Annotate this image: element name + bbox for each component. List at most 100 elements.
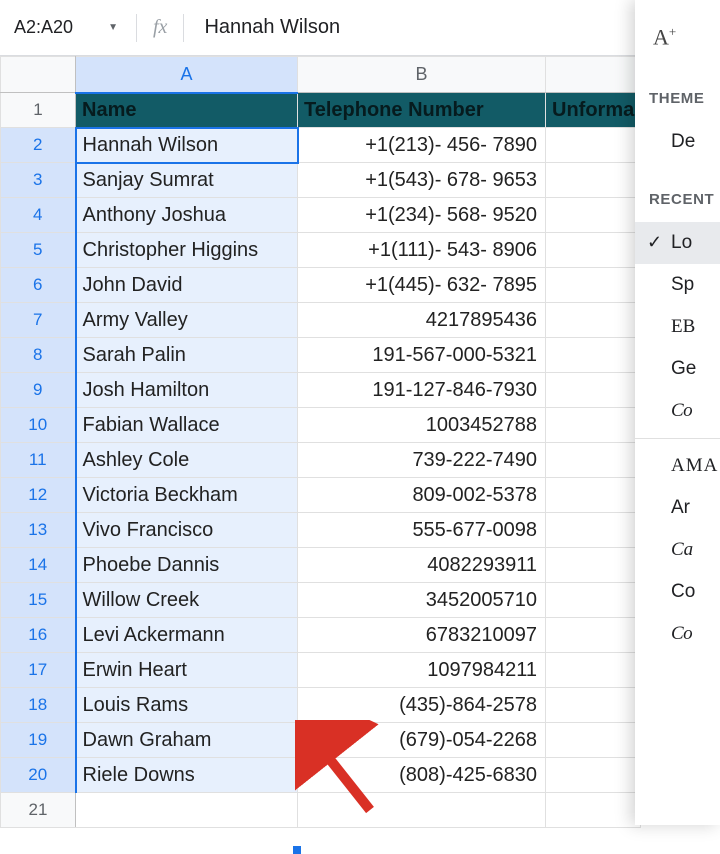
font-option[interactable]: AMA — [635, 445, 720, 487]
cell[interactable]: Unforma — [546, 93, 641, 128]
font-option[interactable]: Ca — [635, 529, 720, 571]
cell[interactable] — [546, 793, 641, 828]
font-option[interactable]: Sp — [635, 264, 720, 306]
cell[interactable] — [546, 338, 641, 373]
name-box[interactable]: A2:A20 ▼ — [8, 10, 128, 46]
cell[interactable] — [546, 478, 641, 513]
cell[interactable]: Sanjay Sumrat — [76, 163, 298, 198]
cell[interactable] — [546, 198, 641, 233]
cell[interactable]: (679)-054-2268 — [298, 723, 546, 758]
cell[interactable]: Sarah Palin — [76, 338, 298, 373]
row-header[interactable]: 3 — [1, 163, 76, 198]
row-header[interactable]: 1 — [1, 93, 76, 128]
cell[interactable] — [546, 688, 641, 723]
cell[interactable] — [546, 303, 641, 338]
cell[interactable] — [546, 268, 641, 303]
cell[interactable]: Telephone Number — [298, 93, 546, 128]
row-header[interactable]: 17 — [1, 653, 76, 688]
row-header[interactable]: 15 — [1, 583, 76, 618]
cell[interactable]: Phoebe Dannis — [76, 548, 298, 583]
chevron-down-icon[interactable]: ▼ — [108, 22, 118, 33]
row-header[interactable]: 5 — [1, 233, 76, 268]
cell[interactable]: Victoria Beckham — [76, 478, 298, 513]
selection-handle[interactable] — [293, 846, 301, 854]
row-header[interactable]: 6 — [1, 268, 76, 303]
cell[interactable]: 555-677-0098 — [298, 513, 546, 548]
cell[interactable] — [546, 408, 641, 443]
row-header[interactable]: 10 — [1, 408, 76, 443]
cell[interactable]: (435)-864-2578 — [298, 688, 546, 723]
font-option[interactable]: Co — [635, 613, 720, 655]
cell[interactable]: John David — [76, 268, 298, 303]
cell[interactable]: Christopher Higgins — [76, 233, 298, 268]
cell[interactable]: Fabian Wallace — [76, 408, 298, 443]
row-header[interactable]: 2 — [1, 128, 76, 163]
cell[interactable] — [298, 793, 546, 828]
cell[interactable]: +1(543)- 678- 9653 — [298, 163, 546, 198]
cell[interactable]: 4217895436 — [298, 303, 546, 338]
row-header[interactable]: 14 — [1, 548, 76, 583]
cell[interactable] — [76, 793, 298, 828]
cell[interactable]: Willow Creek — [76, 583, 298, 618]
font-option[interactable]: De — [635, 121, 720, 163]
row-header[interactable]: 7 — [1, 303, 76, 338]
cell[interactable]: Ashley Cole — [76, 443, 298, 478]
cell[interactable]: Name — [76, 93, 298, 128]
row-header[interactable]: 9 — [1, 373, 76, 408]
cell[interactable] — [546, 548, 641, 583]
cell[interactable]: 3452005710 — [298, 583, 546, 618]
row-header[interactable]: 20 — [1, 758, 76, 793]
cell[interactable]: +1(111)- 543- 8906 — [298, 233, 546, 268]
cell[interactable]: +1(213)- 456- 7890 — [298, 128, 546, 163]
font-option[interactable]: Ar — [635, 487, 720, 529]
cell[interactable] — [546, 513, 641, 548]
row-header[interactable]: 12 — [1, 478, 76, 513]
cell[interactable] — [546, 373, 641, 408]
row-header[interactable]: 19 — [1, 723, 76, 758]
cell[interactable]: 1097984211 — [298, 653, 546, 688]
add-font-icon[interactable]: A+ — [635, 24, 720, 50]
cell[interactable] — [546, 653, 641, 688]
cell[interactable]: 6783210097 — [298, 618, 546, 653]
column-header-C[interactable] — [546, 57, 641, 93]
cell[interactable] — [546, 583, 641, 618]
row-header[interactable]: 21 — [1, 793, 76, 828]
cell[interactable]: (808)-425-6830 — [298, 758, 546, 793]
cell[interactable] — [546, 128, 641, 163]
fx-icon[interactable]: fx — [145, 16, 175, 39]
cell[interactable]: Vivo Francisco — [76, 513, 298, 548]
font-option[interactable]: Lo — [635, 222, 720, 264]
cell[interactable]: Josh Hamilton — [76, 373, 298, 408]
cell[interactable]: +1(445)- 632- 7895 — [298, 268, 546, 303]
cell[interactable] — [546, 758, 641, 793]
row-header[interactable]: 8 — [1, 338, 76, 373]
select-all-corner[interactable] — [1, 57, 76, 93]
cell[interactable]: Dawn Graham — [76, 723, 298, 758]
cell[interactable]: Erwin Heart — [76, 653, 298, 688]
cell[interactable]: Anthony Joshua — [76, 198, 298, 233]
cell[interactable]: 191-127-846-7930 — [298, 373, 546, 408]
cell[interactable]: Riele Downs — [76, 758, 298, 793]
font-option[interactable]: Co — [635, 571, 720, 613]
cell[interactable]: 809-002-5378 — [298, 478, 546, 513]
font-option[interactable]: EB — [635, 306, 720, 348]
cell[interactable]: 4082293911 — [298, 548, 546, 583]
cell[interactable] — [546, 443, 641, 478]
cell[interactable] — [546, 233, 641, 268]
cell[interactable]: Hannah Wilson — [76, 128, 298, 163]
spreadsheet-grid[interactable]: A B 1 Name Telephone Number Unforma 2 Ha… — [0, 56, 720, 828]
row-header[interactable]: 4 — [1, 198, 76, 233]
row-header[interactable]: 11 — [1, 443, 76, 478]
row-header[interactable]: 16 — [1, 618, 76, 653]
cell[interactable] — [546, 723, 641, 758]
row-header[interactable]: 13 — [1, 513, 76, 548]
cell[interactable]: 1003452788 — [298, 408, 546, 443]
cell[interactable]: Louis Rams — [76, 688, 298, 723]
column-header-A[interactable]: A — [76, 57, 298, 93]
cell[interactable]: Levi Ackermann — [76, 618, 298, 653]
cell[interactable] — [546, 163, 641, 198]
cell[interactable] — [546, 618, 641, 653]
cell[interactable]: 191-567-000-5321 — [298, 338, 546, 373]
cell[interactable]: 739-222-7490 — [298, 443, 546, 478]
column-header-B[interactable]: B — [298, 57, 546, 93]
